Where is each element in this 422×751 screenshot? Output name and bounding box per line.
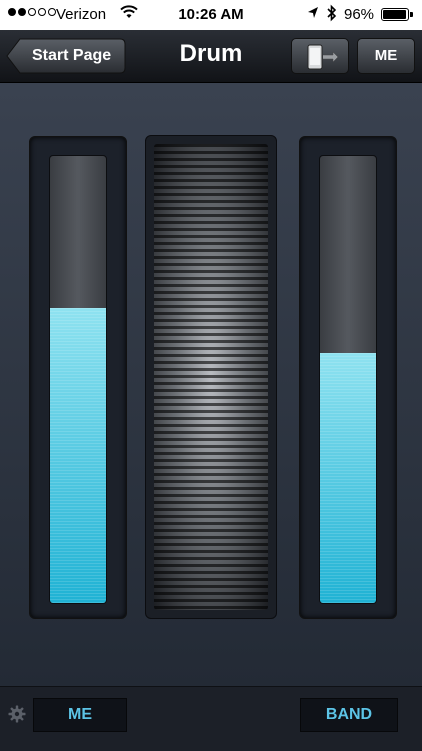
me-bottom-button[interactable]: ME	[33, 698, 127, 732]
device-icon	[307, 44, 339, 70]
me-top-button[interactable]: ME	[357, 38, 415, 74]
bottom-bar: ME BAND	[0, 686, 422, 751]
right-level-track	[299, 136, 397, 619]
status-bar: Verizon 10:26 AM 96%	[0, 0, 422, 30]
bluetooth-icon	[326, 4, 338, 26]
drum-control-panel	[0, 83, 422, 686]
left-level-fill	[50, 307, 106, 603]
right-level-slider[interactable]	[319, 155, 377, 604]
scroll-wheel-frame	[145, 135, 277, 619]
device-toggle-button[interactable]	[291, 38, 349, 74]
left-level-slider[interactable]	[49, 155, 107, 604]
battery-percent: 96%	[344, 6, 375, 23]
navigation-bar: Start Page Drum ME	[0, 30, 422, 83]
location-arrow-icon	[306, 5, 320, 25]
gear-icon[interactable]	[8, 705, 26, 728]
left-level-track	[29, 136, 127, 619]
band-button[interactable]: BAND	[300, 698, 398, 732]
right-level-fill	[320, 352, 376, 603]
battery-icon	[381, 8, 413, 21]
scroll-wheel[interactable]	[154, 144, 268, 610]
